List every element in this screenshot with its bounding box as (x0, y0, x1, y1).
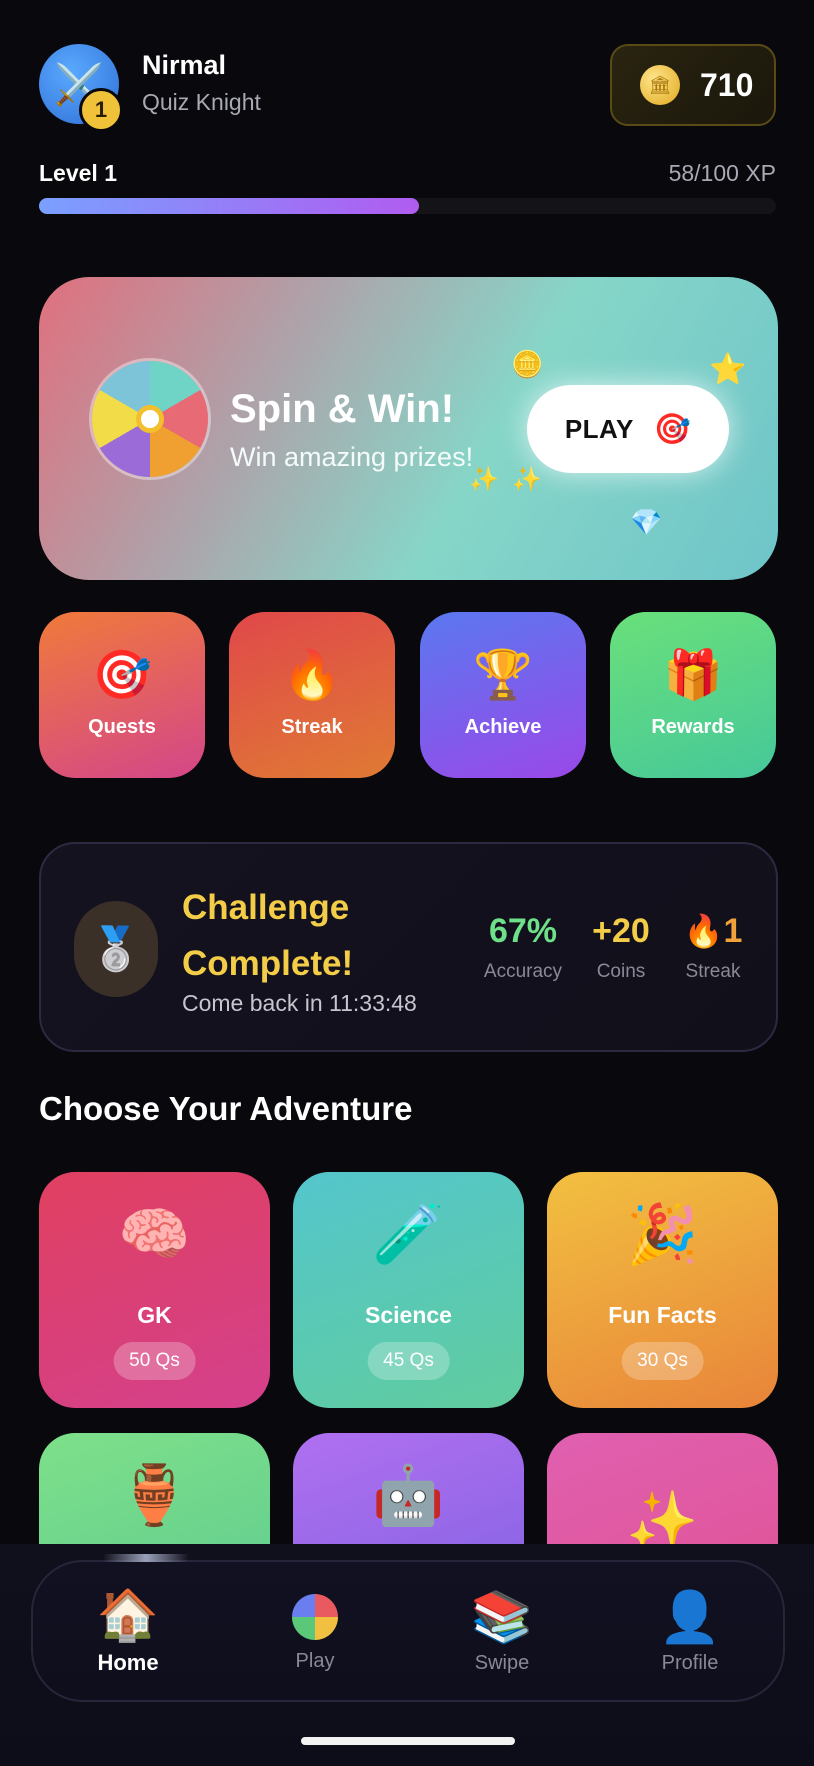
person-icon: 👤 (658, 1588, 722, 1645)
level-badge: 1 (79, 88, 123, 132)
spin-win-banner[interactable]: Spin & Win! Win amazing prizes! 🪙 ⭐ ✨ ✨ … (39, 277, 778, 580)
streak-stat: 🔥1 Streak (673, 912, 753, 983)
profile-header: ⚔️ 1 Nirmal Quiz Knight 🏛 710 (39, 44, 776, 132)
category-name: Science (365, 1302, 452, 1328)
category-card-science[interactable]: 🧪 Science 45 Qs (293, 1172, 524, 1408)
party-popper-icon: 🎉 (626, 1202, 699, 1267)
category-card-gk[interactable]: 🧠 GK 50 Qs (39, 1172, 270, 1408)
nav-swipe-label: Swipe (474, 1651, 530, 1674)
coin-count: 710 (700, 66, 754, 103)
question-count: 50 Qs (113, 1342, 196, 1380)
question-count: 45 Qs (367, 1342, 450, 1380)
test-tube-icon: 🧪 (372, 1202, 445, 1267)
quick-actions: 🎯 Quests 🔥 Streak 🏆 Achieve 🎁 Rewards (39, 612, 778, 778)
streak-label: Streak (685, 961, 741, 982)
question-count: 30 Qs (621, 1342, 704, 1380)
xp-label: 58/100 XP (668, 160, 776, 186)
challenge-card: 🥈 Challenge Complete! Come back in 11:33… (39, 842, 778, 1052)
amphora-icon: 🏺 (118, 1463, 191, 1528)
bottom-nav: 🏠 Home Play 📚 Swipe 👤 Profile (31, 1554, 785, 1704)
active-indicator (103, 1554, 189, 1562)
user-name: Nirmal (142, 50, 227, 80)
challenge-countdown: Come back in 11:33:48 (182, 990, 417, 1016)
challenge-title: Challenge Complete! (182, 888, 354, 983)
gift-icon: 🎁 (663, 648, 723, 702)
target-icon: 🎯 (92, 648, 152, 702)
nav-profile-label: Profile (661, 1651, 719, 1674)
section-title: Choose Your Adventure (39, 1090, 413, 1127)
medal-icon: 🥈 (74, 901, 158, 997)
star-icon: ⭐ (709, 353, 747, 386)
level-label: Level 1 (39, 160, 117, 186)
quests-label: Quests (88, 715, 156, 738)
user-title: Quiz Knight (142, 89, 261, 115)
gem-icon: 💎 (630, 507, 663, 537)
fire-icon: 🔥 (282, 648, 342, 702)
category-card-fun-facts[interactable]: 🎉 Fun Facts 30 Qs (547, 1172, 778, 1408)
category-name: Fun Facts (608, 1302, 717, 1328)
accuracy-value: 67% (488, 912, 558, 950)
home-indicator[interactable] (301, 1737, 515, 1745)
trophy-icon: 🏆 (473, 648, 533, 702)
category-name: GK (137, 1302, 172, 1328)
sparkles-icon: ✨ (626, 1489, 699, 1554)
prize-wheel-icon (92, 361, 208, 477)
streak-label: Streak (281, 715, 343, 738)
rewards-label: Rewards (651, 715, 735, 738)
wheel-hub (136, 405, 164, 433)
house-icon: 🏠 (96, 1587, 160, 1643)
play-button[interactable]: PLAY 🎯 (527, 385, 729, 473)
sparkles-icon: ✨ (512, 466, 542, 493)
spin-subtitle: Win amazing prizes! (230, 442, 474, 472)
quests-button[interactable]: 🎯 Quests (39, 612, 205, 778)
achieve-label: Achieve (464, 715, 542, 738)
level-progress: Level 1 58/100 XP (39, 160, 776, 214)
coin-icon: 🪙 (511, 349, 544, 379)
play-label: PLAY (564, 413, 634, 444)
coins-value: +20 (592, 912, 650, 950)
coins-stat: +20 Coins (581, 912, 661, 983)
accuracy-stat: 67% Accuracy (473, 912, 573, 983)
fire-icon: 🔥 (683, 913, 724, 949)
nav-home[interactable]: 🏠 Home (53, 1554, 203, 1704)
books-icon: 📚 (470, 1588, 534, 1645)
brain-icon: 🧠 (118, 1202, 191, 1267)
coin-icon: 🏛 (640, 65, 680, 105)
nav-play[interactable]: Play (240, 1562, 390, 1704)
nav-profile[interactable]: 👤 Profile (615, 1562, 765, 1704)
streak-button[interactable]: 🔥 Streak (229, 612, 395, 778)
target-icon: 🎯 (653, 412, 692, 446)
coin-balance[interactable]: 🏛 710 (610, 44, 776, 126)
sparkles-icon: ✨ (469, 466, 499, 493)
nav-swipe[interactable]: 📚 Swipe (427, 1562, 577, 1704)
accuracy-label: Accuracy (483, 961, 563, 982)
nav-play-label: Play (295, 1649, 335, 1672)
spin-title: Spin & Win! (230, 387, 455, 431)
xp-progress-bar (39, 198, 776, 214)
achieve-button[interactable]: 🏆 Achieve (420, 612, 586, 778)
robot-icon: 🤖 (372, 1463, 445, 1528)
xp-progress-fill (39, 198, 420, 214)
color-wheel-icon (292, 1593, 338, 1640)
streak-value: 1 (723, 912, 743, 950)
streak-value-row: 🔥1 (673, 912, 753, 951)
rewards-button[interactable]: 🎁 Rewards (610, 612, 776, 778)
nav-home-label: Home (97, 1650, 159, 1675)
coins-label: Coins (596, 961, 646, 982)
